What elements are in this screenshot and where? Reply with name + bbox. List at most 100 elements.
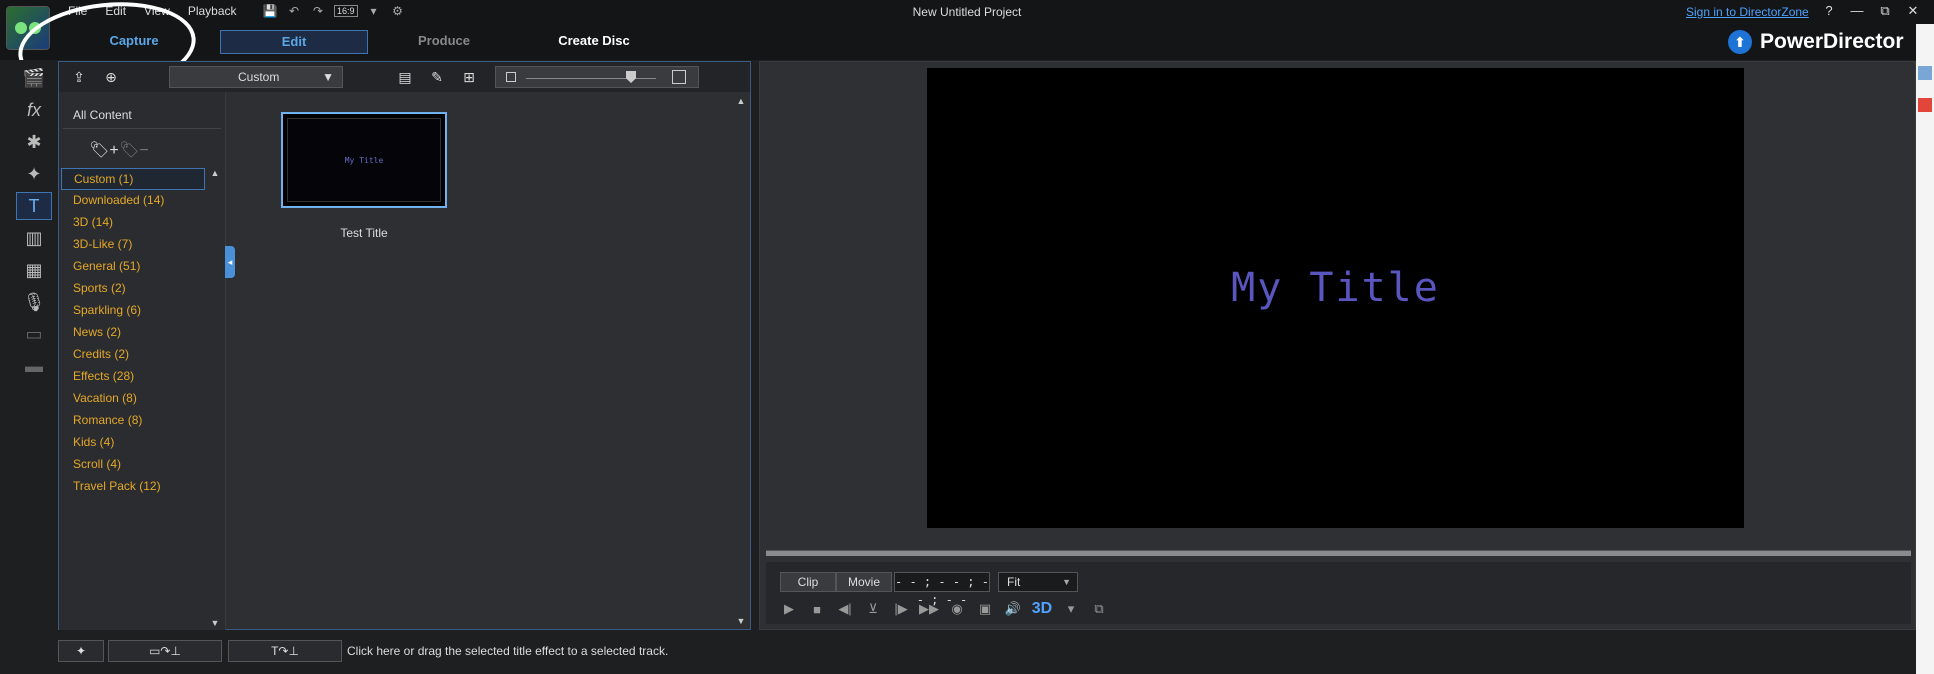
subtitle-room-icon[interactable]: ▬ xyxy=(16,352,52,380)
audio-mix-room-icon[interactable]: ▦ xyxy=(16,256,52,284)
library-toolbar: ⇪ ⊕ Custom ▼ ▤ ✎ ⊞ xyxy=(59,62,750,92)
fx-room-icon[interactable]: fx xyxy=(16,96,52,124)
undock-preview-icon[interactable]: ⧉ xyxy=(1090,600,1108,618)
thumbnail-size-slider[interactable] xyxy=(495,66,699,88)
category-item[interactable]: Romance (8) xyxy=(61,410,205,432)
chevron-down-icon: ▼ xyxy=(322,70,334,84)
title-library-panel: ⇪ ⊕ Custom ▼ ▤ ✎ ⊞ All Content 🏷+ 🏷− Cus… xyxy=(58,61,751,630)
status-bar: ✦ ▭↷⊥ T↷⊥ Click here or drag the selecte… xyxy=(0,636,1934,674)
timecode-field[interactable]: - - ; - - ; - - ; - - xyxy=(894,572,990,607)
display-mode-icon[interactable]: ▣ xyxy=(976,600,994,618)
add-to-track-button[interactable]: ▭↷⊥ xyxy=(108,640,222,662)
menu-playback[interactable]: Playback xyxy=(184,4,241,18)
title-thumbnail-label: Test Title xyxy=(340,226,388,240)
delete-tag-icon[interactable]: 🏷− xyxy=(119,140,149,160)
category-item[interactable]: News (2) xyxy=(61,322,205,344)
pip-room-icon[interactable]: ✱ xyxy=(16,128,52,156)
category-item[interactable]: 3D-Like (7) xyxy=(61,234,205,256)
category-item[interactable]: Travel Pack (12) xyxy=(61,476,205,498)
brand-name: PowerDirector xyxy=(1760,30,1904,53)
directorzone-download-icon[interactable]: ⊕ xyxy=(101,68,121,86)
undo-icon[interactable]: ↶ xyxy=(286,3,302,19)
fast-forward-icon[interactable]: ▶▶ xyxy=(919,600,939,618)
restore-button[interactable]: ⧉ xyxy=(1876,3,1894,19)
aspect-dropdown-icon[interactable]: ▾ xyxy=(366,3,382,19)
close-button[interactable]: ✕ xyxy=(1904,3,1922,19)
filter-value: Custom xyxy=(238,70,280,84)
playback-controls: Clip Movie - - ; - - ; - - ; - - Fit ▼ ▶… xyxy=(766,562,1911,624)
play-icon[interactable]: ▶ xyxy=(780,600,798,618)
small-thumb-icon xyxy=(506,72,516,82)
title-bar: File Edit View Playback 💾 ↶ ↷ 16:9 ▾ ⚙ N… xyxy=(0,0,1934,24)
tab-produce[interactable]: Produce xyxy=(370,30,518,54)
status-hint: Click here or drag the selected title ef… xyxy=(347,644,669,658)
library-scrollbar[interactable]: ▲ ▼ xyxy=(735,96,747,626)
media-room-icon[interactable]: 🎬 xyxy=(16,64,52,92)
mode-bar: Capture Edit Produce Create Disc xyxy=(0,24,1916,60)
all-content-label[interactable]: All Content xyxy=(73,108,132,122)
category-item[interactable]: Scroll (4) xyxy=(61,454,205,476)
zoom-fit-select[interactable]: Fit ▼ xyxy=(998,572,1078,592)
category-item[interactable]: Sports (2) xyxy=(61,278,205,300)
zoom-fit-value: Fit xyxy=(1007,575,1021,589)
scroll-up-icon[interactable]: ▲ xyxy=(735,96,747,106)
collapse-panel-icon[interactable]: ◂ xyxy=(225,246,235,278)
clip-mode-button[interactable]: Clip xyxy=(780,572,836,592)
edit-title-icon[interactable]: ✎ xyxy=(427,68,447,86)
playback-progress-bar[interactable] xyxy=(766,550,1911,556)
split-icon[interactable]: ⊻ xyxy=(864,600,882,618)
scroll-down-icon[interactable]: ▼ xyxy=(735,616,747,626)
slider-handle[interactable] xyxy=(626,71,636,83)
title-thumbnail[interactable]: My Title xyxy=(281,112,447,208)
transition-room-icon[interactable]: ▥ xyxy=(16,224,52,252)
next-frame-icon[interactable]: |▶ xyxy=(892,600,910,618)
magic-tool-icon[interactable]: ✦ xyxy=(58,640,104,662)
category-item[interactable]: Kids (4) xyxy=(61,432,205,454)
category-item[interactable]: Credits (2) xyxy=(61,344,205,366)
room-toolbar: 🎬 fx ✱ ✦ T ▥ ▦ 🎙 ▭ ▬ xyxy=(10,60,58,630)
import-icon[interactable]: ⇪ xyxy=(69,68,89,86)
particle-room-icon[interactable]: ✦ xyxy=(16,160,52,188)
tab-edit[interactable]: Edit xyxy=(220,30,368,54)
minimize-button[interactable]: — xyxy=(1848,3,1866,19)
scroll-down-icon[interactable]: ▼ xyxy=(209,618,221,628)
grid-view-icon[interactable]: ⊞ xyxy=(459,68,479,86)
desktop-edge xyxy=(1916,24,1934,674)
settings-gear-icon[interactable]: ⚙ xyxy=(390,3,406,19)
title-room-icon[interactable]: T xyxy=(16,192,52,220)
movie-mode-button[interactable]: Movie xyxy=(836,572,892,592)
insert-title-button[interactable]: T↷⊥ xyxy=(228,640,342,662)
category-item[interactable]: Effects (28) xyxy=(61,366,205,388)
scroll-up-icon[interactable]: ▲ xyxy=(209,168,221,178)
save-icon[interactable]: 💾 xyxy=(262,3,278,19)
chevron-down-icon: ▼ xyxy=(1062,577,1071,587)
stop-icon[interactable]: ■ xyxy=(808,600,826,618)
category-item[interactable]: 3D (14) xyxy=(61,212,205,234)
add-tag-icon[interactable]: 🏷+ xyxy=(89,140,119,160)
signin-link[interactable]: Sign in to DirectorZone xyxy=(1686,5,1809,19)
redo-icon[interactable]: ↷ xyxy=(310,3,326,19)
help-button[interactable]: ? xyxy=(1820,3,1838,19)
library-filter-select[interactable]: Custom ▼ xyxy=(169,66,343,88)
preview-panel: My Title Clip Movie - - ; - - ; - - ; - … xyxy=(759,61,1916,630)
category-item[interactable]: Downloaded (14) xyxy=(61,190,205,212)
snapshot-camera-icon[interactable]: ◉ xyxy=(948,600,966,618)
category-item[interactable]: Vacation (8) xyxy=(61,388,205,410)
tab-create-disc[interactable]: Create Disc xyxy=(520,30,668,54)
previous-frame-icon[interactable]: ◀| xyxy=(836,600,854,618)
3d-dropdown-icon[interactable]: ▾ xyxy=(1062,600,1080,618)
brand-upload-icon: ⬆ xyxy=(1728,30,1752,54)
preview-screen: My Title xyxy=(927,68,1744,528)
new-title-icon[interactable]: ▤ xyxy=(395,68,415,86)
chapter-room-icon[interactable]: ▭ xyxy=(16,320,52,348)
category-item[interactable]: Custom (1) xyxy=(61,168,205,190)
volume-icon[interactable]: 🔊 xyxy=(1004,600,1022,618)
category-item[interactable]: General (51) xyxy=(61,256,205,278)
category-list: Custom (1) Downloaded (14) 3D (14) 3D-Li… xyxy=(61,168,205,498)
aspect-ratio-button[interactable]: 16:9 xyxy=(334,5,358,17)
voice-over-icon[interactable]: 🎙 xyxy=(16,288,52,316)
preview-title-text: My Title xyxy=(1231,265,1440,311)
3d-mode-button[interactable]: 3D xyxy=(1032,600,1052,618)
category-item[interactable]: Sparkling (6) xyxy=(61,300,205,322)
category-scrollbar[interactable]: ▲ ▼ xyxy=(209,168,221,628)
